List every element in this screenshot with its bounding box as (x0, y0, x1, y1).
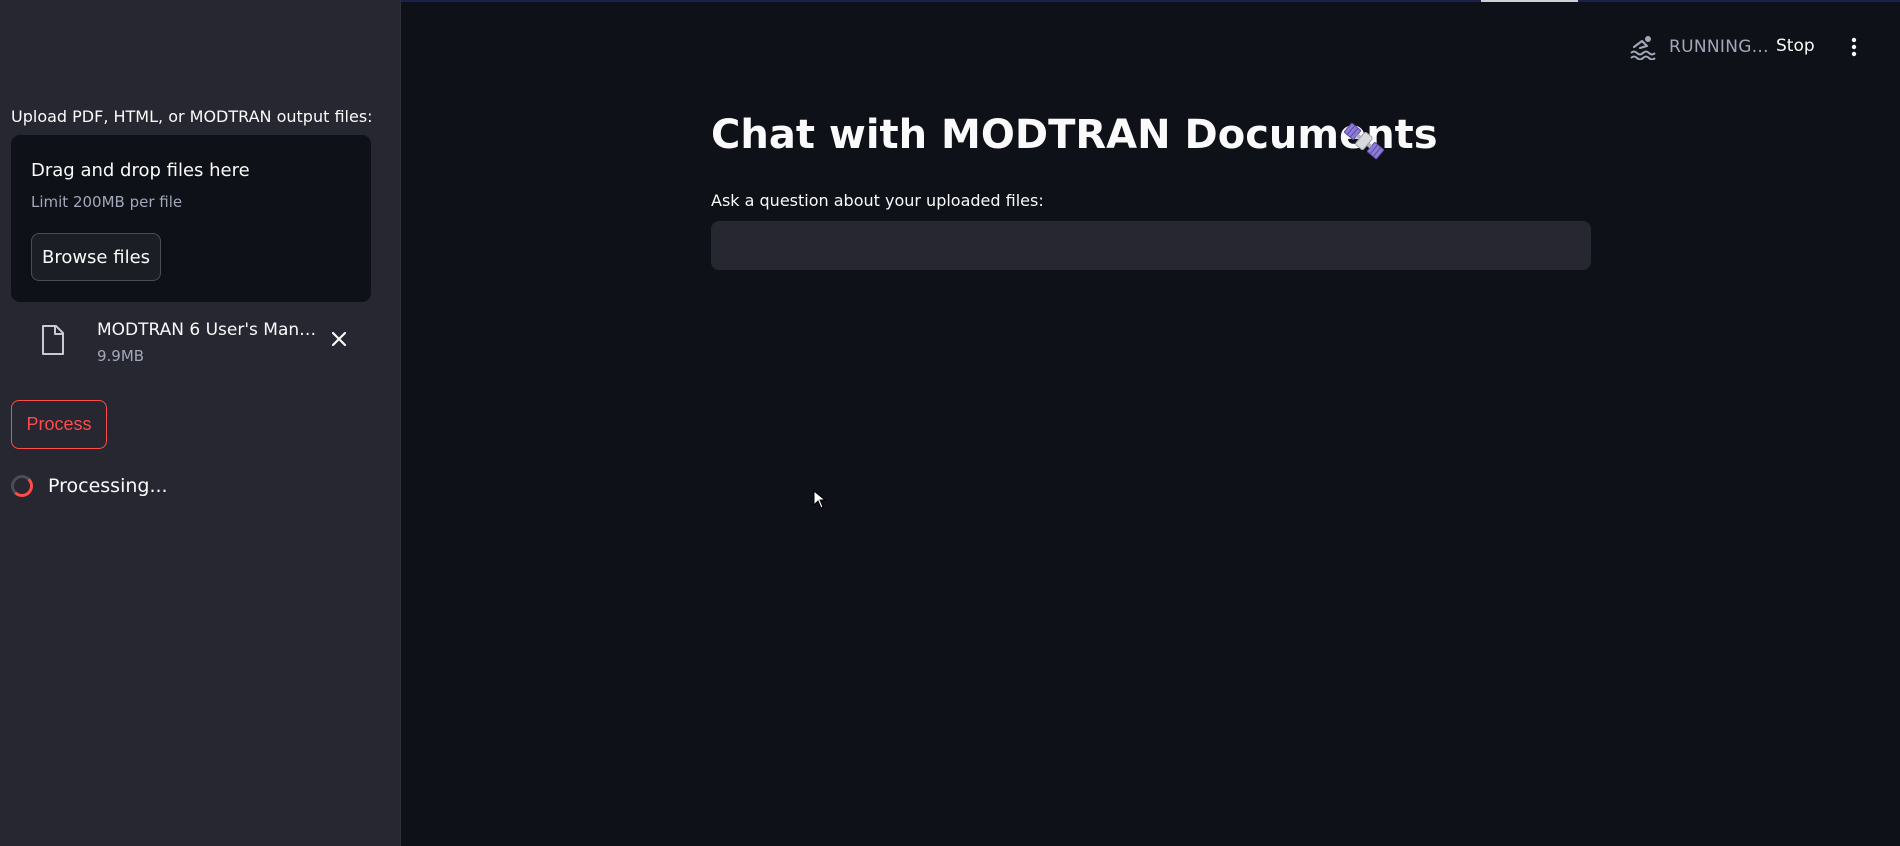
spinner-icon (11, 475, 33, 497)
upload-label: Upload PDF, HTML, or MODTRAN output file… (11, 107, 373, 126)
app-root: Upload PDF, HTML, or MODTRAN output file… (0, 0, 1900, 846)
top-progress-indicator (1481, 0, 1578, 2)
uploaded-file-item: MODTRAN 6 User's Manu... 9.9MB (36, 320, 366, 368)
stop-button[interactable]: Stop (1776, 36, 1815, 56)
dropzone-title: Drag and drop files here (31, 160, 250, 181)
process-button[interactable]: Process (11, 400, 107, 449)
uploaded-file-size: 9.9MB (97, 347, 145, 365)
page-title: Chat with MODTRAN Documents (711, 112, 1438, 158)
uploaded-file-name: MODTRAN 6 User's Manu... (97, 320, 322, 340)
question-label: Ask a question about your uploaded files… (711, 191, 1044, 210)
processing-status: Processing... (48, 475, 168, 497)
main-content: RUNNING... Stop Chat with MODTRAN Docume… (401, 0, 1900, 846)
top-decoration-bar (401, 0, 1900, 2)
close-icon[interactable] (328, 328, 350, 350)
browse-files-button[interactable]: Browse files (31, 233, 161, 281)
question-input[interactable] (711, 221, 1591, 270)
sidebar: Upload PDF, HTML, or MODTRAN output file… (0, 0, 401, 846)
swimmer-icon (1630, 36, 1656, 60)
kebab-menu-icon[interactable] (1848, 36, 1860, 58)
satellite-icon (1343, 122, 1385, 160)
file-icon (42, 325, 64, 355)
dropzone-limit: Limit 200MB per file (31, 193, 183, 211)
file-dropzone[interactable]: Drag and drop files here Limit 200MB per… (11, 135, 371, 302)
running-status: RUNNING... (1669, 37, 1769, 57)
mouse-cursor-icon (813, 490, 827, 509)
